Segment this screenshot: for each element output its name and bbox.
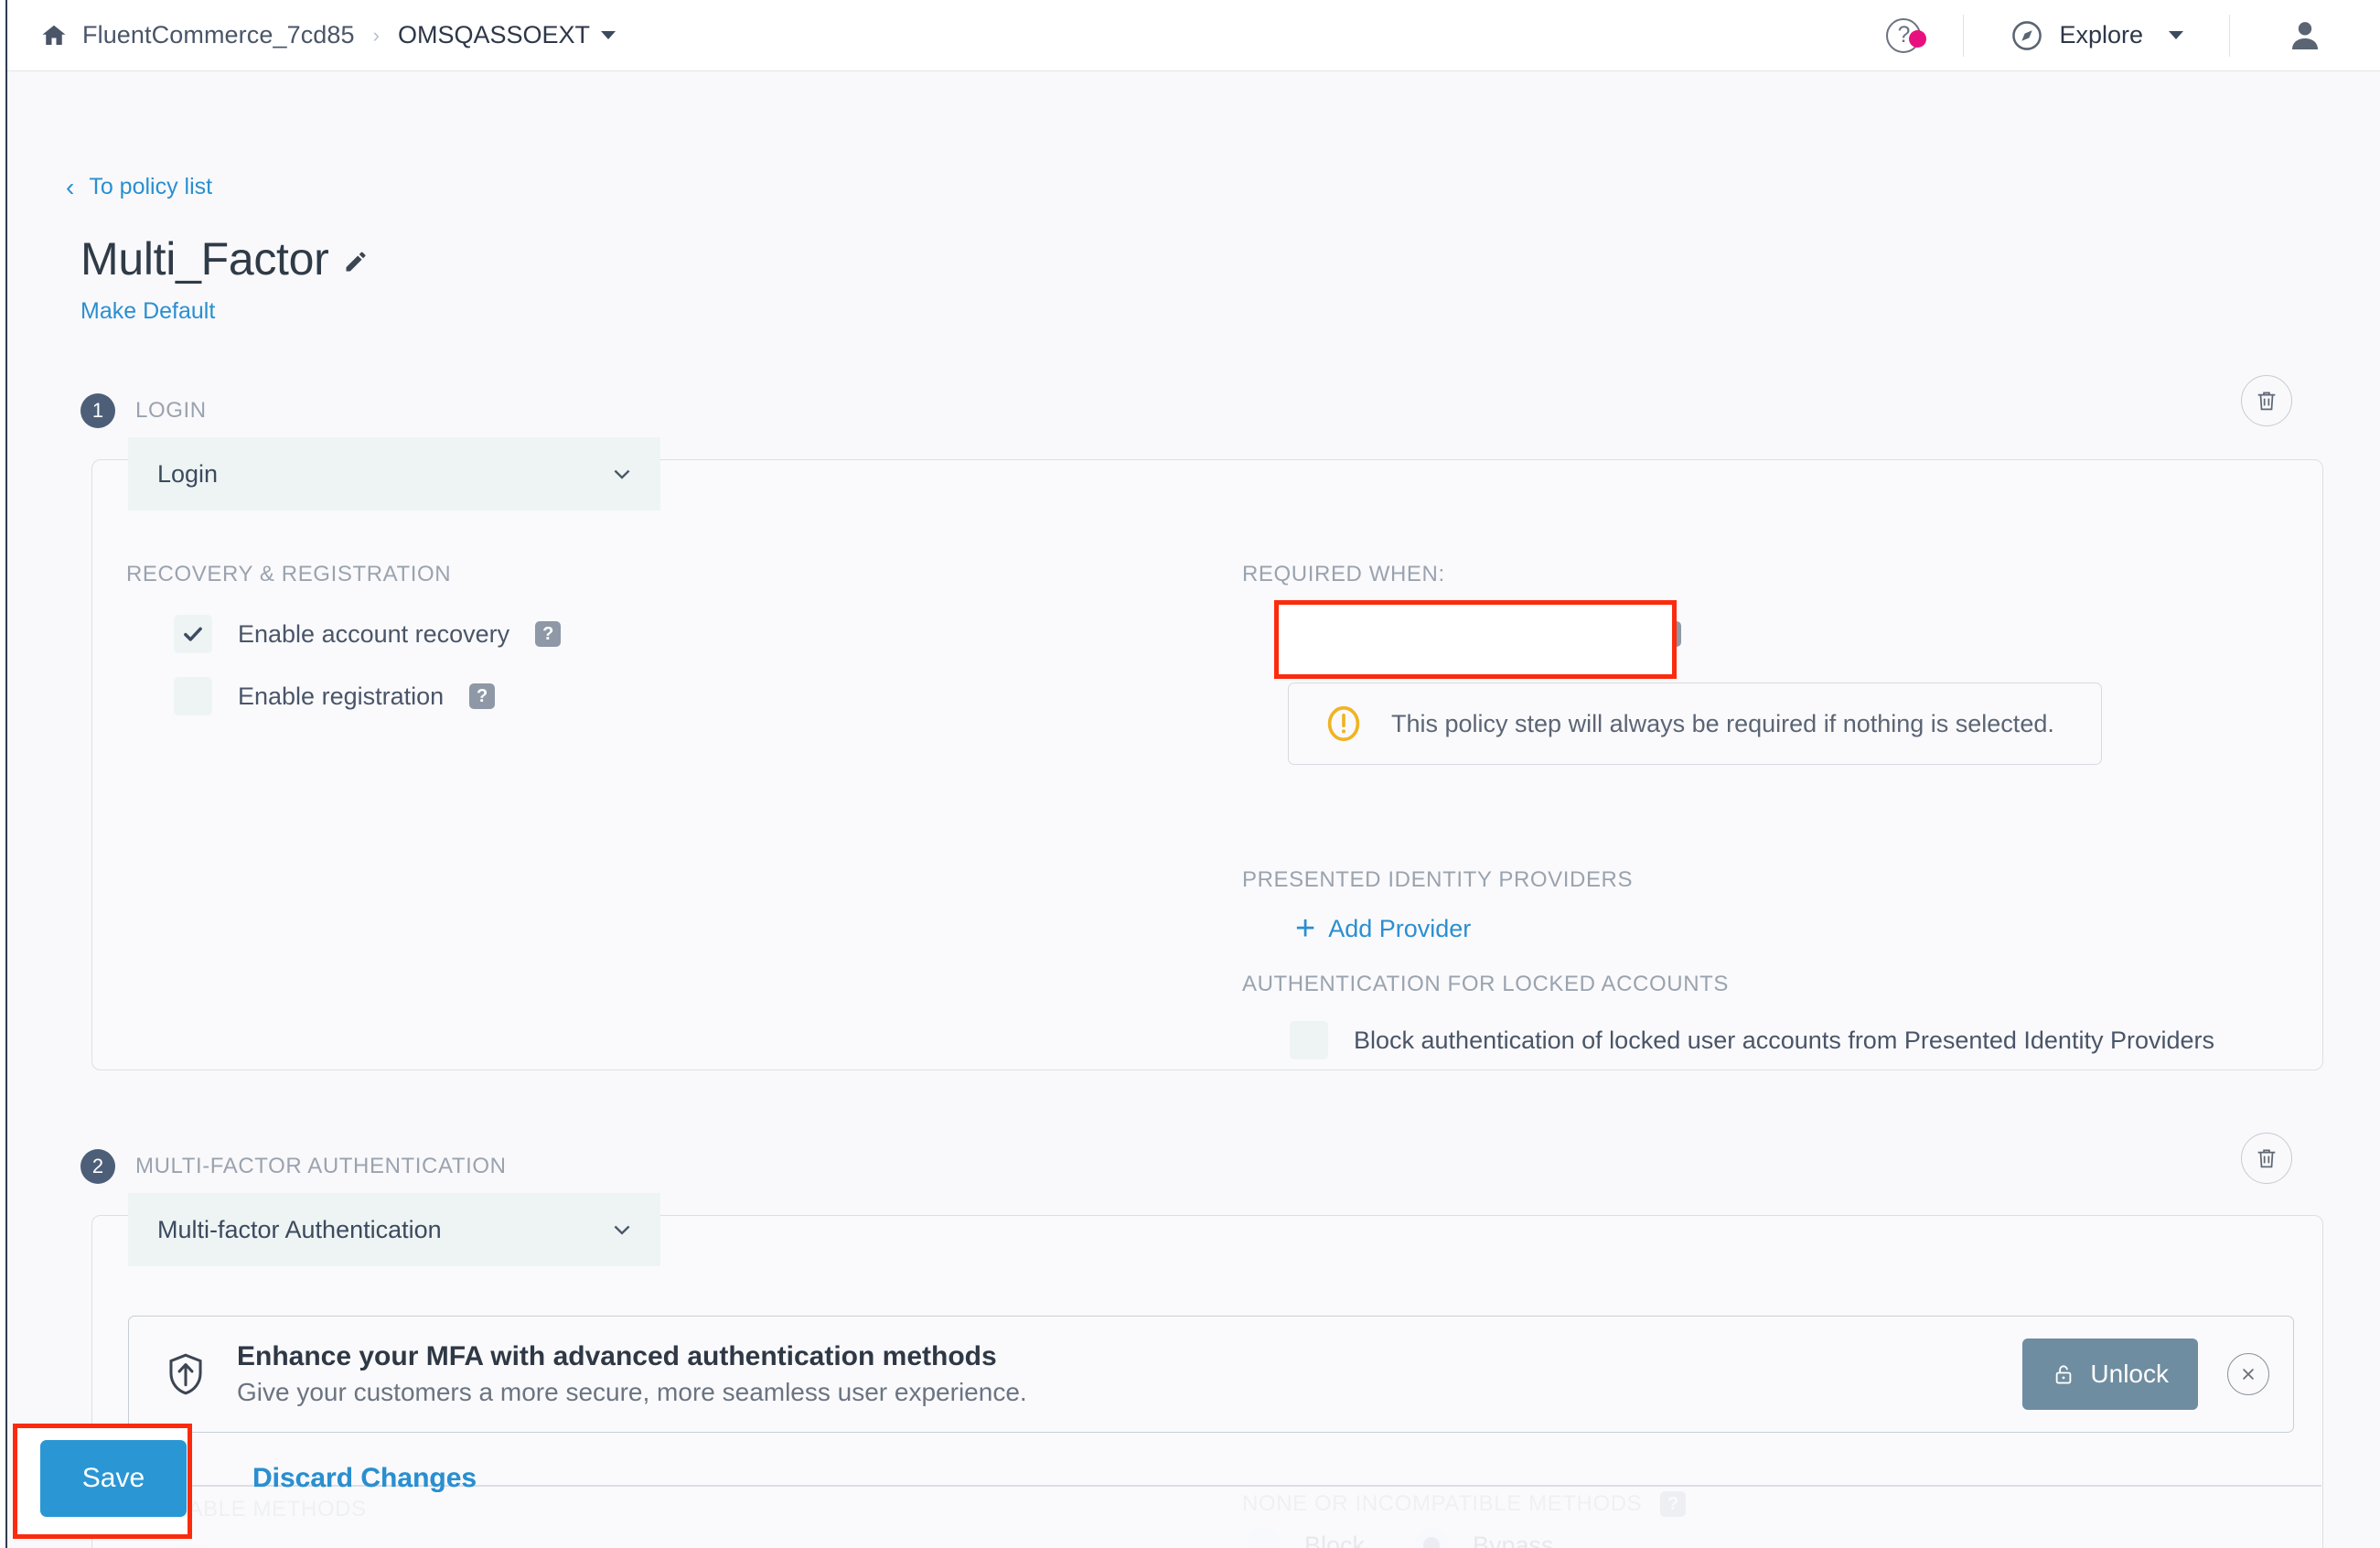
- step-1-header: 1 LOGIN: [80, 393, 207, 428]
- trash-icon: [2254, 1145, 2279, 1171]
- step-2-header: 2 MULTI-FACTOR AUTHENTICATION: [80, 1149, 507, 1184]
- page-title: Multi_Factor: [80, 232, 328, 285]
- discard-changes-link[interactable]: Discard Changes: [252, 1463, 477, 1494]
- back-to-policy-list-link[interactable]: ‹ To policy list: [66, 174, 212, 200]
- highlight-backdrop: [1274, 600, 1677, 679]
- chevron-down-icon[interactable]: [601, 31, 616, 39]
- close-circle-icon[interactable]: [2227, 1353, 2269, 1395]
- mfa-banner-title: Enhance your MFA with advanced authentic…: [237, 1341, 1027, 1372]
- explore-label: Explore: [2059, 21, 2143, 49]
- unlock-button-label: Unlock: [2090, 1360, 2169, 1389]
- help-notification-badge: [1909, 30, 1926, 48]
- breadcrumb-separator: ›: [373, 24, 380, 48]
- chevron-down-icon: [609, 1217, 635, 1242]
- dropdown-value: Multi-factor Authentication: [157, 1216, 442, 1244]
- presented-identity-providers-label: PRESENTED IDENTITY PROVIDERS: [1242, 867, 1633, 893]
- help-icon[interactable]: ?: [535, 621, 561, 647]
- breadcrumb-org[interactable]: FluentCommerce_7cd85: [82, 21, 355, 49]
- app-root: FluentCommerce_7cd85 › OMSQASSOEXT ? Exp…: [0, 0, 2380, 1548]
- bottom-action-bar-front: Save Discard Changes: [7, 1409, 2380, 1548]
- chevron-down-icon: [2169, 31, 2183, 39]
- warning-exclamation-icon: [1324, 704, 1364, 744]
- breadcrumb: FluentCommerce_7cd85 › OMSQASSOEXT: [40, 21, 616, 49]
- topbar-actions: ? Explore: [1844, 0, 2380, 70]
- page-title-row: Multi_Factor: [80, 232, 369, 285]
- enable-registration-row[interactable]: Enable registration ?: [174, 677, 495, 715]
- help-icon[interactable]: ?: [469, 683, 495, 709]
- add-provider-label: Add Provider: [1328, 915, 1471, 943]
- delete-step-1-button[interactable]: [2241, 375, 2292, 426]
- top-navigation-bar: FluentCommerce_7cd85 › OMSQASSOEXT ? Exp…: [7, 0, 2380, 71]
- enable-account-recovery-checkbox[interactable]: [174, 615, 212, 653]
- add-provider-button[interactable]: + Add Provider: [1295, 915, 1471, 943]
- pencil-icon[interactable]: [343, 249, 369, 274]
- policy-step-note: This policy step will always be required…: [1288, 683, 2102, 765]
- policy-step-note-text: This policy step will always be required…: [1391, 710, 2054, 738]
- enable-registration-label: Enable registration: [238, 683, 444, 711]
- step-1-type-dropdown[interactable]: Login: [128, 437, 660, 511]
- mfa-banner-texts: Enhance your MFA with advanced authentic…: [237, 1341, 1027, 1407]
- block-locked-accounts-checkbox[interactable]: [1290, 1021, 1328, 1059]
- block-locked-accounts-label: Block authentication of locked user acco…: [1354, 1027, 2214, 1055]
- make-default-link[interactable]: Make Default: [80, 298, 215, 325]
- browser-left-edge: [0, 0, 7, 1548]
- step-2-label: MULTI-FACTOR AUTHENTICATION: [135, 1154, 507, 1179]
- trash-icon: [2254, 388, 2279, 414]
- recovery-registration-label: RECOVERY & REGISTRATION: [126, 562, 451, 587]
- home-icon[interactable]: [40, 22, 68, 49]
- enable-account-recovery-row[interactable]: Enable account recovery ?: [174, 615, 561, 653]
- page-content: ‹ To policy list Multi_Factor Make Defau…: [7, 71, 2380, 1548]
- delete-step-2-button[interactable]: [2241, 1133, 2292, 1184]
- unlock-button[interactable]: Unlock: [2022, 1338, 2198, 1410]
- help-button[interactable]: ?: [1844, 18, 1963, 53]
- chevron-left-icon: ‹: [66, 175, 74, 200]
- step-1-card: [91, 459, 2323, 1070]
- breadcrumb-environment[interactable]: OMSQASSOEXT: [398, 21, 590, 49]
- authentication-locked-accounts-label: AUTHENTICATION FOR LOCKED ACCOUNTS: [1242, 972, 1729, 997]
- step-number-badge: 1: [80, 393, 115, 428]
- enable-registration-checkbox[interactable]: [174, 677, 212, 715]
- required-when-label: REQUIRED WHEN:: [1242, 562, 1445, 587]
- shield-arrow-up-icon: [162, 1350, 209, 1398]
- enable-account-recovery-label: Enable account recovery: [238, 620, 509, 649]
- lock-icon: [2052, 1362, 2075, 1386]
- account-button[interactable]: [2230, 17, 2380, 54]
- check-icon: [181, 622, 205, 646]
- dropdown-value: Login: [157, 460, 218, 489]
- step-2-type-dropdown[interactable]: Multi-factor Authentication: [128, 1193, 660, 1266]
- user-avatar-icon: [2287, 17, 2323, 54]
- step-number-badge: 2: [80, 1149, 115, 1184]
- block-locked-accounts-row[interactable]: Block authentication of locked user acco…: [1290, 1021, 2214, 1059]
- back-link-label: To policy list: [89, 174, 212, 200]
- compass-icon: [2010, 18, 2044, 53]
- chevron-down-icon: [609, 461, 635, 487]
- step-1-label: LOGIN: [135, 398, 207, 424]
- explore-menu[interactable]: Explore: [1964, 18, 2229, 53]
- save-button[interactable]: Save: [40, 1440, 187, 1517]
- mfa-banner-subtitle: Give your customers a more secure, more …: [237, 1378, 1027, 1407]
- plus-icon: +: [1295, 917, 1315, 941]
